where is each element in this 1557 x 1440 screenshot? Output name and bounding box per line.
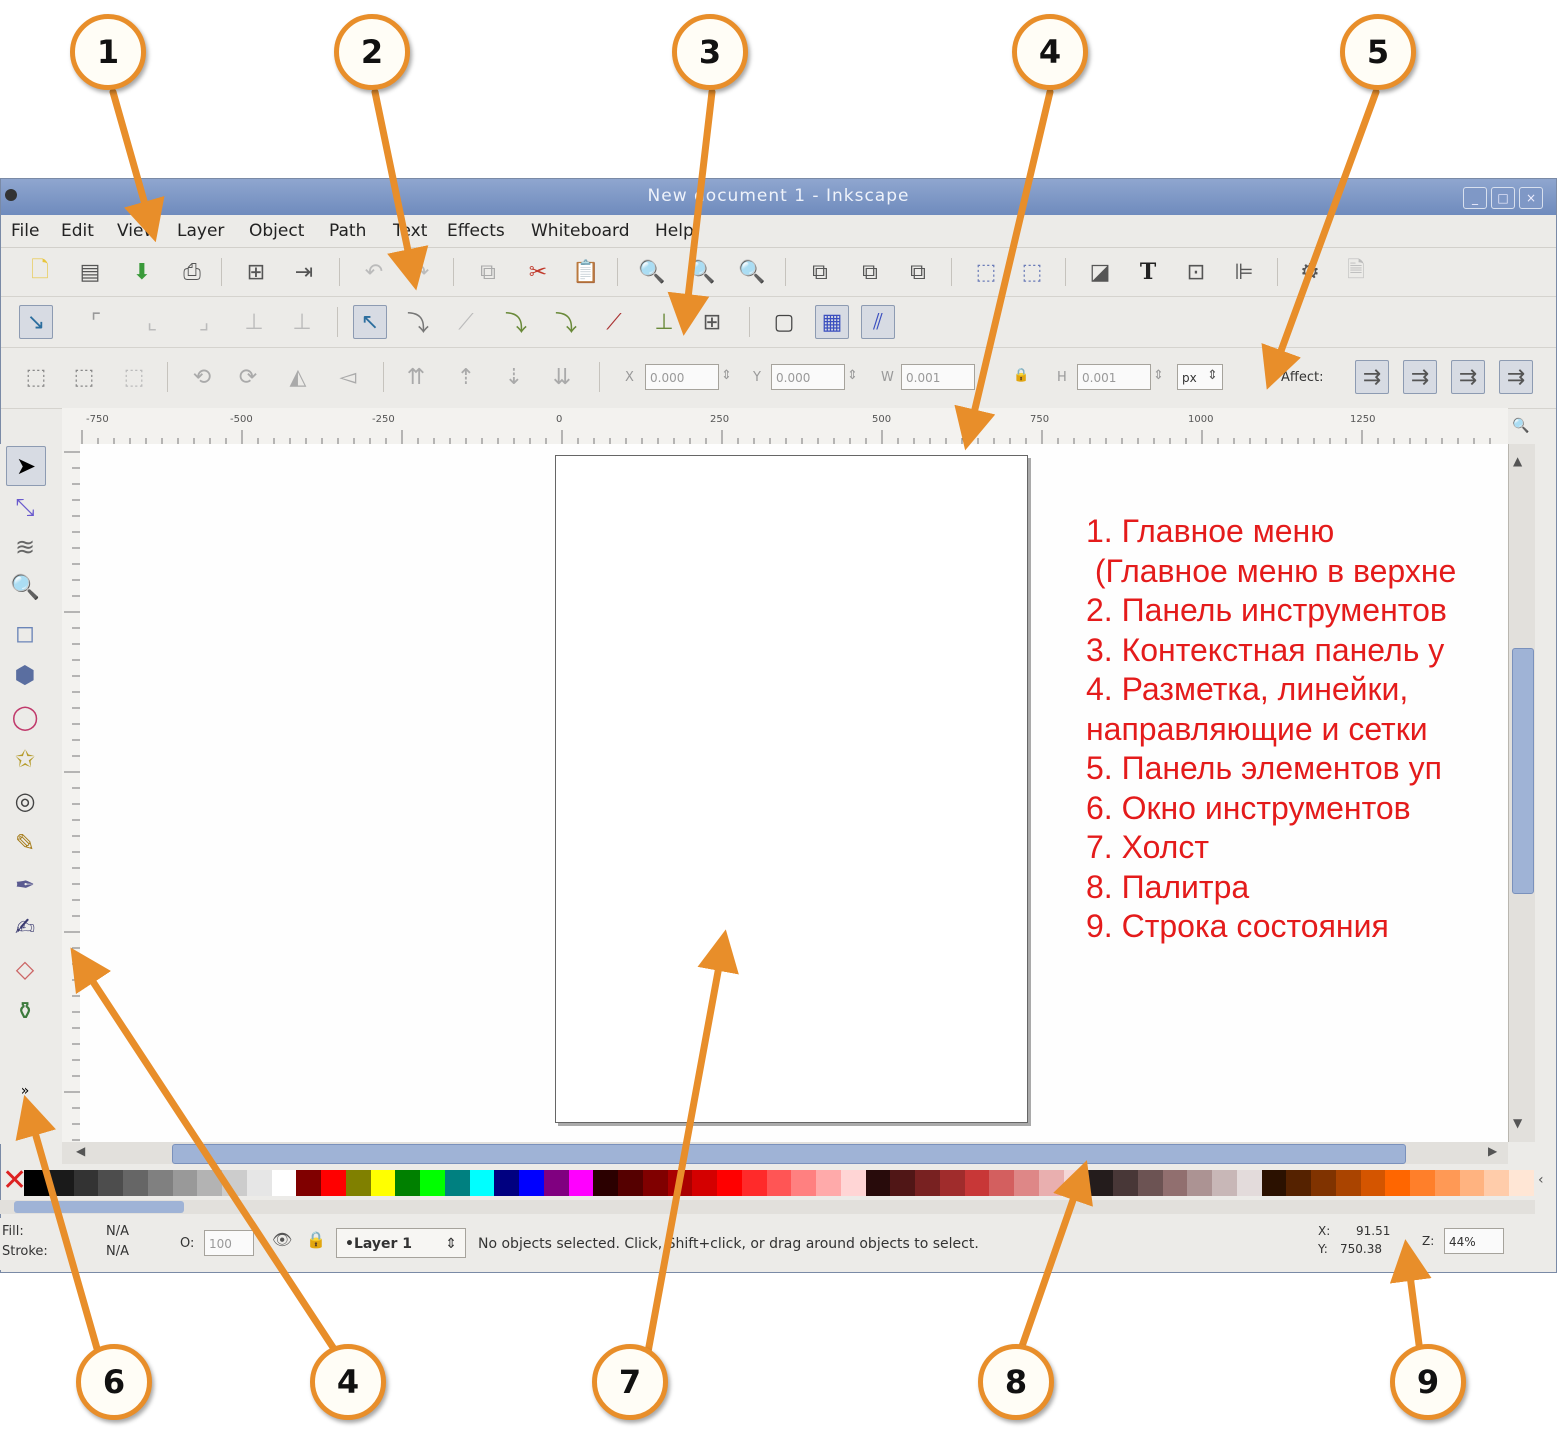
arrow-to-commands-bar (371, 88, 429, 291)
callout-badge: 1 (70, 14, 146, 90)
arrow-to-toolbox (15, 1094, 102, 1356)
arrow-to-snap-bar (667, 88, 716, 336)
callout-badge: 3 (672, 14, 748, 90)
callout-badge: 5 (1340, 14, 1416, 90)
arrow-to-palette (1016, 1160, 1093, 1356)
callout-badge: 4 (310, 1344, 386, 1420)
arrow-to-main-menu (109, 88, 165, 243)
arrow-to-tool-controls (1261, 88, 1380, 390)
arrow-to-ruler (954, 88, 1054, 451)
arrow-to-canvas (644, 929, 739, 1356)
callout-badge: 6 (76, 1344, 152, 1420)
callout-arrows (15, 88, 1432, 1356)
callout-badge: 4 (1012, 14, 1088, 90)
callout-badge: 2 (334, 14, 410, 90)
arrow-to-vertical-ruler (70, 947, 340, 1356)
arrow-to-status-bar (1389, 1239, 1432, 1356)
callout-badge: 7 (592, 1344, 668, 1420)
callout-badge: 9 (1390, 1344, 1466, 1420)
callout-badge: 8 (978, 1344, 1054, 1420)
